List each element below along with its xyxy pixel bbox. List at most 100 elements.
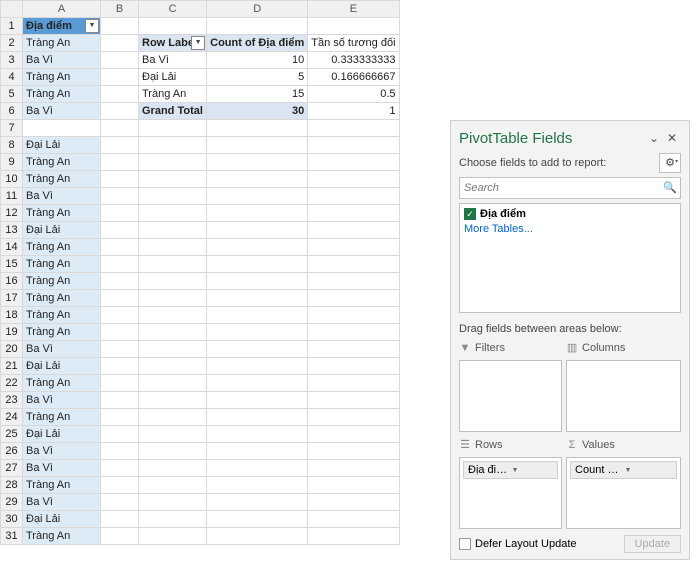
row-header[interactable]: 23 xyxy=(1,392,23,409)
cell[interactable] xyxy=(139,426,207,443)
cell[interactable] xyxy=(308,409,399,426)
cell[interactable] xyxy=(139,528,207,545)
cell[interactable] xyxy=(101,324,139,341)
cell[interactable]: Tràng An xyxy=(23,307,101,324)
values-chip[interactable]: Count of Địa điểm▼ xyxy=(570,461,677,479)
cell[interactable] xyxy=(207,137,308,154)
cell[interactable] xyxy=(207,154,308,171)
cell[interactable] xyxy=(101,103,139,120)
cell[interactable]: Ba Vì xyxy=(23,103,101,120)
cell[interactable] xyxy=(101,205,139,222)
chevron-down-icon[interactable]: ⌄ xyxy=(645,129,663,147)
cell[interactable] xyxy=(139,290,207,307)
filter-dropdown-icon[interactable]: ▼ xyxy=(85,19,99,33)
cell[interactable]: Đại Lải xyxy=(23,358,101,375)
cell[interactable] xyxy=(139,358,207,375)
cell[interactable]: Ba Vì xyxy=(23,341,101,358)
row-header[interactable]: 17 xyxy=(1,290,23,307)
cell[interactable] xyxy=(139,392,207,409)
cell[interactable] xyxy=(207,120,308,137)
cell[interactable] xyxy=(101,171,139,188)
field-list[interactable]: ✓ Địa điểm More Tables... xyxy=(459,203,681,313)
spreadsheet-grid[interactable]: A B C D E 1Địa điểm▼2Tràng AnRow Labels▼… xyxy=(0,0,400,545)
cell[interactable]: Đại Lải xyxy=(23,426,101,443)
cell[interactable] xyxy=(207,290,308,307)
rows-area[interactable]: Địa điểm▼ xyxy=(459,457,562,529)
chevron-down-icon[interactable]: ▼ xyxy=(623,467,675,474)
cell[interactable] xyxy=(207,205,308,222)
cell[interactable] xyxy=(139,239,207,256)
cell[interactable] xyxy=(139,375,207,392)
cell[interactable] xyxy=(101,375,139,392)
cell[interactable] xyxy=(308,171,399,188)
table-header[interactable]: Địa điểm▼ xyxy=(23,18,101,35)
cell[interactable] xyxy=(308,188,399,205)
search-field[interactable] xyxy=(460,178,660,198)
cell[interactable]: 15 xyxy=(207,86,308,103)
filters-area[interactable] xyxy=(459,360,562,432)
cell[interactable] xyxy=(308,18,399,35)
row-header[interactable]: 18 xyxy=(1,307,23,324)
cell[interactable]: Tràng An xyxy=(23,273,101,290)
cell[interactable] xyxy=(101,341,139,358)
cell[interactable]: 0.333333333 xyxy=(308,52,399,69)
row-header[interactable]: 26 xyxy=(1,443,23,460)
col-header-d[interactable]: D xyxy=(207,1,308,18)
chevron-down-icon[interactable]: ▼ xyxy=(510,467,556,474)
field-row[interactable]: ✓ Địa điểm xyxy=(464,208,676,220)
row-header[interactable]: 3 xyxy=(1,52,23,69)
cell[interactable]: Ba Vì xyxy=(23,460,101,477)
cell[interactable]: Tràng An xyxy=(23,35,101,52)
cell[interactable] xyxy=(101,443,139,460)
cell[interactable] xyxy=(308,341,399,358)
cell[interactable] xyxy=(308,494,399,511)
update-button[interactable]: Update xyxy=(624,535,681,553)
cell[interactable] xyxy=(207,392,308,409)
cell[interactable] xyxy=(139,154,207,171)
cell[interactable]: Đại Lải xyxy=(23,511,101,528)
cell[interactable]: Tràng An xyxy=(23,154,101,171)
cell[interactable] xyxy=(139,18,207,35)
cell[interactable] xyxy=(207,477,308,494)
row-header[interactable]: 11 xyxy=(1,188,23,205)
row-header[interactable]: 28 xyxy=(1,477,23,494)
cell[interactable] xyxy=(139,256,207,273)
cell[interactable] xyxy=(308,290,399,307)
cell[interactable] xyxy=(207,239,308,256)
cell[interactable] xyxy=(308,528,399,545)
cell[interactable] xyxy=(101,477,139,494)
cell[interactable]: Ba Vì xyxy=(23,52,101,69)
cell[interactable]: Tràng An xyxy=(23,290,101,307)
row-header[interactable]: 13 xyxy=(1,222,23,239)
cell[interactable] xyxy=(139,273,207,290)
cell[interactable] xyxy=(308,460,399,477)
cell[interactable]: Tràng An xyxy=(23,375,101,392)
cell[interactable]: 0.166666667 xyxy=(308,69,399,86)
cell[interactable] xyxy=(207,222,308,239)
cell[interactable] xyxy=(101,52,139,69)
cell[interactable]: Đại Lải xyxy=(139,69,207,86)
row-header[interactable]: 9 xyxy=(1,154,23,171)
cell[interactable] xyxy=(101,222,139,239)
defer-checkbox[interactable] xyxy=(459,538,471,550)
cell[interactable]: Tràng An xyxy=(139,86,207,103)
cell[interactable] xyxy=(101,86,139,103)
cell[interactable] xyxy=(139,341,207,358)
cell[interactable] xyxy=(308,358,399,375)
columns-area[interactable] xyxy=(566,360,681,432)
cell[interactable] xyxy=(308,375,399,392)
cell[interactable]: Đại Lải xyxy=(23,137,101,154)
cell[interactable] xyxy=(308,154,399,171)
cell[interactable]: Tràng An xyxy=(23,324,101,341)
cell[interactable] xyxy=(207,341,308,358)
cell[interactable] xyxy=(101,35,139,52)
cell[interactable] xyxy=(101,290,139,307)
cell[interactable]: 0.5 xyxy=(308,86,399,103)
cell[interactable] xyxy=(101,460,139,477)
cell[interactable] xyxy=(101,188,139,205)
cell[interactable] xyxy=(139,324,207,341)
cell[interactable] xyxy=(207,511,308,528)
cell[interactable] xyxy=(139,409,207,426)
cell[interactable]: 1 xyxy=(308,103,399,120)
cell[interactable] xyxy=(101,256,139,273)
